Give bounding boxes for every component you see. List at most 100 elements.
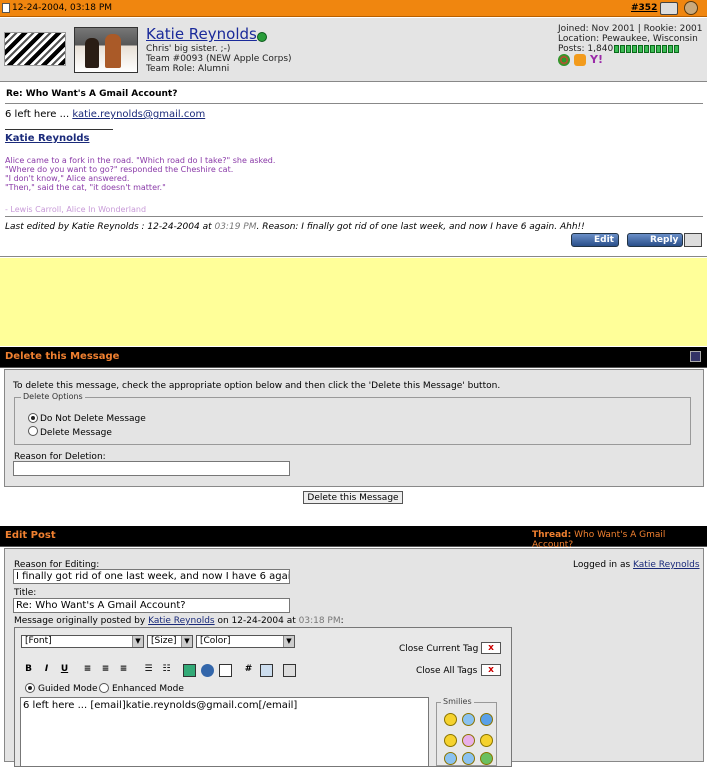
divider (5, 216, 703, 217)
logged-in-prefix: Logged in as (573, 560, 634, 570)
signature-name-link[interactable]: Katie Reynolds (5, 133, 90, 144)
delete-panel-header: Delete this Message (0, 347, 707, 368)
user-team: Team #0093 (NEW Apple Corps) (146, 54, 292, 64)
align-left-icon[interactable]: ≡ (81, 664, 94, 677)
profile-icon[interactable] (684, 1, 698, 15)
frown-icon[interactable] (462, 752, 475, 765)
tongue-icon[interactable] (462, 734, 475, 747)
original-post-info: Message originally posted by Katie Reyno… (14, 616, 344, 626)
divider (5, 103, 703, 104)
post-number: #352 (631, 3, 657, 13)
username-link[interactable]: Katie Reynolds (146, 25, 257, 43)
underline-button[interactable]: U (58, 664, 71, 677)
insert-link-icon[interactable] (201, 664, 214, 677)
team-logo (4, 32, 66, 66)
title-label: Title: (14, 588, 37, 598)
thread-info: Thread: Who Want's A Gmail Account? (532, 530, 707, 550)
title-input[interactable]: Re: Who Want's A Gmail Account? (13, 598, 290, 613)
post-date: 12-24-2004, 03:18 PM (12, 3, 113, 13)
deletion-reason-input[interactable] (13, 461, 290, 476)
collapse-icon[interactable] (690, 351, 701, 362)
message-textarea[interactable]: 6 left here ... [email]katie.reynolds@gm… (20, 697, 429, 767)
edited-reason: . Reason: I finally got rid of one last … (256, 222, 585, 232)
color-select[interactable]: [Color] ▼ (196, 635, 295, 648)
avatar (74, 27, 138, 73)
size-select[interactable]: [Size] ▼ (147, 635, 193, 648)
insert-email-icon[interactable] (219, 664, 232, 677)
orig-time: 03:18 PM (298, 616, 341, 626)
user-team-role: Team Role: Alumni (146, 64, 230, 74)
level-pip (656, 45, 661, 53)
close-current-tag-button[interactable]: x (481, 642, 501, 654)
enhanced-mode-radio[interactable] (99, 683, 109, 693)
italic-button[interactable]: I (40, 664, 53, 677)
wink-icon[interactable] (462, 713, 475, 726)
report-icon[interactable] (660, 2, 678, 15)
avatar-person-1 (85, 38, 99, 68)
runner-icon (574, 54, 586, 66)
align-center-icon[interactable]: ≡ (99, 664, 112, 677)
numbered-list-icon[interactable]: ☰ (142, 664, 155, 677)
avatar-person-2 (105, 34, 121, 68)
delete-message-label: Delete Message (40, 428, 112, 438)
award-icon (558, 54, 570, 66)
smile-icon[interactable] (444, 713, 457, 726)
insert-image-icon[interactable] (183, 664, 196, 677)
level-pip (638, 45, 643, 53)
close-all-tags-button[interactable]: x (481, 664, 501, 676)
close-current-tag-label: Close Current Tag (399, 644, 479, 654)
edited-note: Last edited by Katie Reynolds : 12-24-20… (5, 222, 585, 232)
signature-attribution: - Lewis Carroll, Alice In Wonderland (5, 205, 147, 214)
enhanced-mode-label: Enhanced Mode (112, 684, 184, 694)
delete-instructions: To delete this message, check the approp… (13, 381, 501, 391)
mad-icon[interactable] (480, 752, 493, 765)
user-joined: Joined: Nov 2001 | Rookie: 2001 (558, 24, 703, 34)
user-posts: Posts: 1,840 (558, 44, 614, 54)
edit-reason-input[interactable]: I finally got rid of one last week, and … (13, 569, 290, 584)
bullet-list-icon[interactable]: ☷ (160, 664, 173, 677)
color-select-value: [Color] (200, 636, 231, 646)
biggrin-icon[interactable] (480, 734, 493, 747)
delete-options-legend: Delete Options (21, 392, 85, 401)
edit-panel-header: Edit Post Thread: Who Want's A Gmail Acc… (0, 526, 707, 550)
edited-prefix: Last edited by Katie Reynolds : 12-24-20… (5, 222, 215, 232)
orig-user-link[interactable]: Katie Reynolds (148, 616, 215, 626)
insert-code-icon[interactable]: # (242, 664, 255, 677)
confused-icon[interactable] (444, 752, 457, 765)
font-select-value: [Font] (25, 636, 52, 646)
online-status-icon (257, 32, 267, 42)
post-title: Re: Who Want's A Gmail Account? (6, 89, 178, 99)
close-all-tags-label: Close All Tags (416, 666, 478, 676)
posts-level-bar (614, 45, 682, 53)
logged-in-user-link[interactable]: Katie Reynolds (633, 560, 700, 570)
user-location: Location: Pewaukee, Wisconsin (558, 34, 698, 44)
bold-button[interactable]: B (22, 664, 35, 677)
level-pip (614, 45, 619, 53)
signature-quote-line: "I don't know," Alice answered. (5, 174, 130, 183)
logged-in-info: Logged in as Katie Reynolds (573, 560, 700, 570)
insert-php-icon[interactable] (283, 664, 296, 677)
signature-quote-line: "Then," said the cat, "it doesn't matter… (5, 183, 166, 192)
insert-quote-icon[interactable] (260, 664, 273, 677)
do-not-delete-label: Do Not Delete Message (40, 414, 146, 424)
guided-mode-radio[interactable] (25, 683, 35, 693)
level-pip (632, 45, 637, 53)
align-right-icon[interactable]: ≡ (117, 664, 130, 677)
email-link[interactable]: katie.reynolds@gmail.com (72, 109, 205, 120)
yahoo-icon[interactable]: Y! (590, 54, 603, 66)
quick-edit-icon[interactable] (684, 233, 702, 247)
level-pip (650, 45, 655, 53)
orig-prefix: Message originally posted by (14, 616, 149, 626)
delete-submit-button[interactable]: Delete this Message (303, 491, 403, 504)
do-not-delete-radio[interactable] (28, 413, 38, 423)
chevron-down-icon: ▼ (132, 636, 143, 647)
signature-quote-line: "Where do you want to go?" responded the… (5, 165, 234, 174)
font-select[interactable]: [Font] ▼ (21, 635, 144, 648)
delete-message-radio[interactable] (28, 426, 38, 436)
reply-button[interactable]: Reply (627, 233, 684, 247)
chevron-down-icon: ▼ (283, 636, 294, 647)
cool-icon[interactable] (480, 713, 493, 726)
post-number-link[interactable]: #352 (631, 3, 657, 13)
eek-icon[interactable] (444, 734, 457, 747)
edit-button[interactable]: Edit (571, 233, 619, 247)
